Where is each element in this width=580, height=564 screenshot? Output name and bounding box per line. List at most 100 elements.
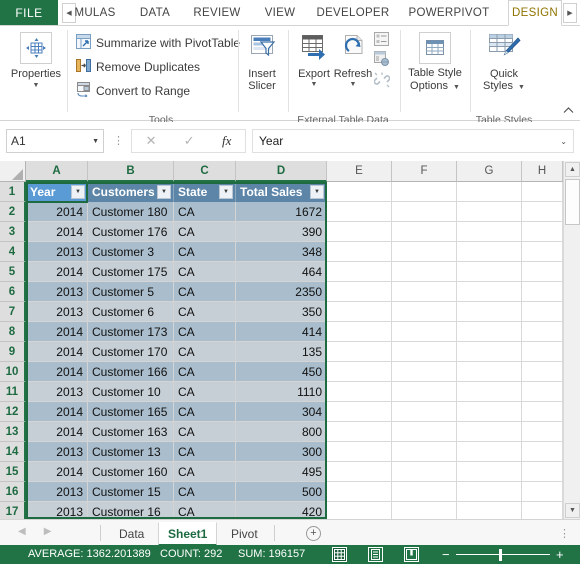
table-cell-c16[interactable]: CA [174,482,236,502]
expand-formula-bar-icon[interactable]: ⌄ [560,137,567,146]
table-cell-b5[interactable]: Customer 175 [88,262,174,282]
grid-cell-g14[interactable] [457,442,522,462]
filter-dropdown-icon[interactable]: ▼ [310,185,324,199]
table-cell-c13[interactable]: CA [174,422,236,442]
sheet-tab-pivot[interactable]: Pivot [222,522,267,546]
table-cell-a7[interactable]: 2013 [26,302,88,322]
grid-cell-g3[interactable] [457,222,522,242]
table-header-cell-d1[interactable]: Total Sales ▼ [236,182,327,202]
zoom-in-button[interactable]: + [556,548,564,561]
table-cell-a16[interactable]: 2013 [26,482,88,502]
grid-cell-e17[interactable] [327,502,392,519]
table-cell-b16[interactable]: Customer 15 [88,482,174,502]
grid-cell-h7[interactable] [522,302,563,322]
column-header-a[interactable]: A [26,161,88,182]
grid-cell-f17[interactable] [392,502,457,519]
table-cell-b14[interactable]: Customer 13 [88,442,174,462]
row-header-15[interactable]: 15 [0,462,26,482]
tab-powerpivot[interactable]: POWERPIVOT [400,0,498,26]
grid-cell-f1[interactable] [392,182,457,202]
grid-cell-g17[interactable] [457,502,522,519]
grid-cell-e15[interactable] [327,462,392,482]
row-header-14[interactable]: 14 [0,442,26,462]
grid-cell-f4[interactable] [392,242,457,262]
grid-cell-f8[interactable] [392,322,457,342]
convert-to-range-button[interactable]: Convert to Range [76,82,190,100]
grid-cell-g8[interactable] [457,322,522,342]
table-cell-b10[interactable]: Customer 166 [88,362,174,382]
refresh-button[interactable]: Refresh ▼ [330,32,376,88]
formula-bar-menu-dots[interactable]: ⋮ [113,134,124,147]
vertical-scrollbar[interactable]: ▲ ▼ [563,161,580,519]
tab-design[interactable]: DESIGN [508,0,562,26]
row-header-7[interactable]: 7 [0,302,26,322]
table-cell-a13[interactable]: 2014 [26,422,88,442]
sheet-bar-menu-dots[interactable]: ⋮ [559,527,570,540]
row-header-4[interactable]: 4 [0,242,26,262]
table-cell-a4[interactable]: 2013 [26,242,88,262]
table-cell-d8[interactable]: 414 [236,322,327,342]
grid-cell-g2[interactable] [457,202,522,222]
table-cell-a2[interactable]: 2014 [26,202,88,222]
table-cell-a11[interactable]: 2013 [26,382,88,402]
scroll-down-icon[interactable]: ▼ [565,503,580,518]
table-cell-a3[interactable]: 2014 [26,222,88,242]
row-header-3[interactable]: 3 [0,222,26,242]
table-cell-c5[interactable]: CA [174,262,236,282]
table-cell-c14[interactable]: CA [174,442,236,462]
grid-cell-g4[interactable] [457,242,522,262]
table-cell-a15[interactable]: 2014 [26,462,88,482]
filter-dropdown-icon[interactable]: ▼ [219,185,233,199]
table-header-cell-b1[interactable]: Customers ▼ [88,182,174,202]
grid-cell-e11[interactable] [327,382,392,402]
table-cell-c4[interactable]: CA [174,242,236,262]
table-cell-d3[interactable]: 390 [236,222,327,242]
grid-cell-g9[interactable] [457,342,522,362]
table-cell-a5[interactable]: 2014 [26,262,88,282]
table-cell-c11[interactable]: CA [174,382,236,402]
row-header-17[interactable]: 17 [0,502,26,519]
table-cell-d4[interactable]: 348 [236,242,327,262]
table-style-options-button[interactable]: Table Style Options ▼ [404,32,466,92]
grid-cell-f10[interactable] [392,362,457,382]
vertical-scrollbar-thumb[interactable] [565,179,580,225]
add-sheet-button[interactable]: + [306,526,321,541]
grid-cell-h12[interactable] [522,402,563,422]
page-layout-view-button[interactable] [368,547,383,562]
row-header-16[interactable]: 16 [0,482,26,502]
name-box[interactable]: A1 ▼ [6,129,104,153]
grid-cell-e16[interactable] [327,482,392,502]
grid-cell-f15[interactable] [392,462,457,482]
grid-cell-g13[interactable] [457,422,522,442]
filter-dropdown-icon[interactable]: ▼ [157,185,171,199]
table-cell-c12[interactable]: CA [174,402,236,422]
grid-cell-h14[interactable] [522,442,563,462]
row-header-9[interactable]: 9 [0,342,26,362]
sheet-next-icon[interactable]: ▶ [44,526,52,537]
grid-cell-g10[interactable] [457,362,522,382]
table-cell-b15[interactable]: Customer 160 [88,462,174,482]
grid-cell-f11[interactable] [392,382,457,402]
column-header-f[interactable]: F [392,161,457,182]
grid-cell-g1[interactable] [457,182,522,202]
table-cell-d5[interactable]: 464 [236,262,327,282]
grid-cell-h4[interactable] [522,242,563,262]
insert-slicer-button[interactable]: Insert Slicer [242,32,282,93]
grid-cell-f2[interactable] [392,202,457,222]
grid-cell-f14[interactable] [392,442,457,462]
table-cell-b9[interactable]: Customer 170 [88,342,174,362]
row-header-11[interactable]: 11 [0,382,26,402]
column-header-b[interactable]: B [88,161,174,182]
table-cell-b6[interactable]: Customer 5 [88,282,174,302]
sheet-tab-data[interactable]: Data [110,522,153,546]
column-header-d[interactable]: D [236,161,327,182]
table-cell-d17[interactable]: 420 [236,502,327,519]
grid-cell-h8[interactable] [522,322,563,342]
grid-cell-g6[interactable] [457,282,522,302]
grid-cell-e4[interactable] [327,242,392,262]
grid-cell-h6[interactable] [522,282,563,302]
table-cell-a14[interactable]: 2013 [26,442,88,462]
grid-cell-f9[interactable] [392,342,457,362]
table-cell-c15[interactable]: CA [174,462,236,482]
zoom-slider-track[interactable] [456,554,550,555]
